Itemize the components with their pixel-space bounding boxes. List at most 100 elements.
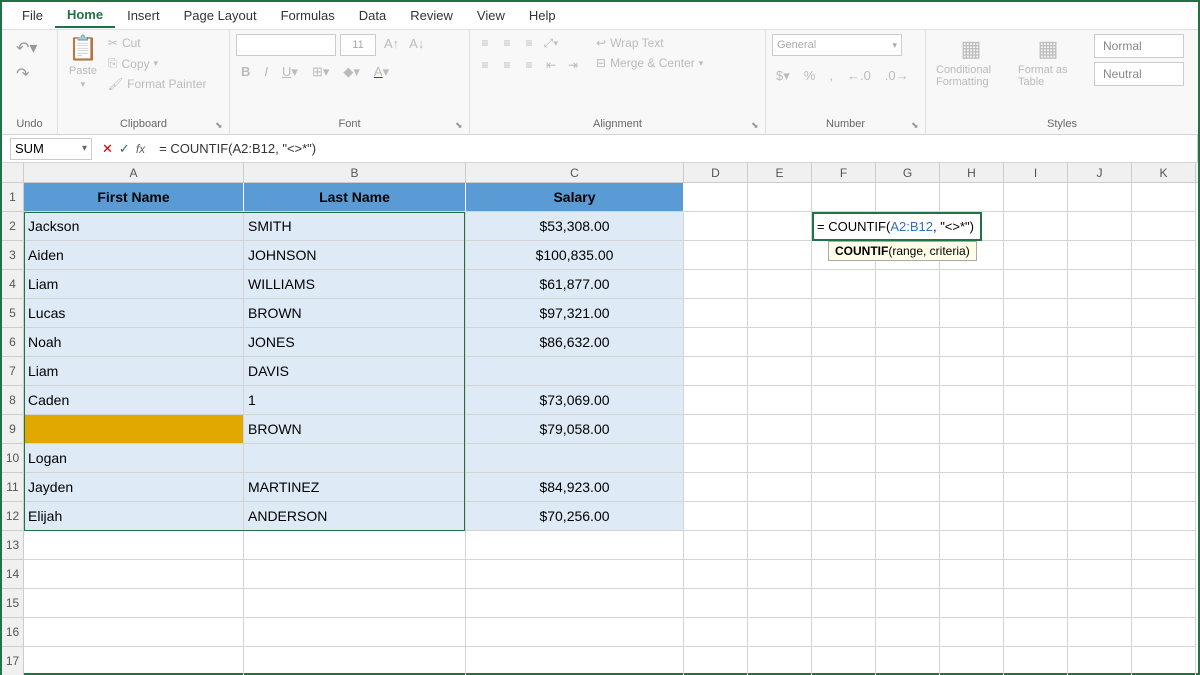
cell-J10[interactable] — [1068, 444, 1132, 473]
column-header-A[interactable]: A — [24, 163, 244, 182]
cell-F8[interactable] — [812, 386, 876, 415]
cell-G17[interactable] — [876, 647, 940, 675]
cell-E6[interactable] — [748, 328, 812, 357]
menu-help[interactable]: Help — [517, 4, 568, 27]
cell-C1[interactable]: Salary — [466, 183, 684, 212]
decrease-decimal-button[interactable]: .0→ — [881, 66, 913, 86]
cell-B6[interactable]: JONES — [244, 328, 466, 357]
cell-A2[interactable]: Jackson — [24, 212, 244, 241]
cell-B15[interactable] — [244, 589, 466, 618]
comma-format-button[interactable]: , — [825, 66, 837, 86]
row-header-7[interactable]: 7 — [2, 357, 24, 386]
cell-I14[interactable] — [1004, 560, 1068, 589]
cell-G14[interactable] — [876, 560, 940, 589]
cell-E10[interactable] — [748, 444, 812, 473]
cut-button[interactable]: ✂Cut — [106, 34, 209, 52]
cell-A16[interactable] — [24, 618, 244, 647]
percent-format-button[interactable]: % — [800, 66, 820, 86]
row-header-12[interactable]: 12 — [2, 502, 24, 531]
cell-C10[interactable] — [466, 444, 684, 473]
font-color-button[interactable]: A▾ — [369, 62, 394, 82]
menu-file[interactable]: File — [10, 4, 55, 27]
cell-K5[interactable] — [1132, 299, 1196, 328]
cell-C11[interactable]: $84,923.00 — [466, 473, 684, 502]
menu-review[interactable]: Review — [398, 4, 465, 27]
cell-F14[interactable] — [812, 560, 876, 589]
cell-A7[interactable]: Liam — [24, 357, 244, 386]
cell-F13[interactable] — [812, 531, 876, 560]
cell-F5[interactable] — [812, 299, 876, 328]
cell-K6[interactable] — [1132, 328, 1196, 357]
cell-F11[interactable] — [812, 473, 876, 502]
cell-K9[interactable] — [1132, 415, 1196, 444]
cell-J16[interactable] — [1068, 618, 1132, 647]
cell-K1[interactable] — [1132, 183, 1196, 212]
cell-J2[interactable] — [1068, 212, 1132, 241]
cell-F6[interactable] — [812, 328, 876, 357]
column-header-B[interactable]: B — [244, 163, 466, 182]
cell-B8[interactable]: 1 — [244, 386, 466, 415]
cell-E16[interactable] — [748, 618, 812, 647]
cell-E2[interactable] — [748, 212, 812, 241]
underline-button[interactable]: U▾ — [277, 62, 303, 82]
increase-indent-button[interactable]: ⇥ — [564, 56, 582, 74]
cell-D6[interactable] — [684, 328, 748, 357]
cell-G13[interactable] — [876, 531, 940, 560]
cell-H11[interactable] — [940, 473, 1004, 502]
row-header-11[interactable]: 11 — [2, 473, 24, 502]
cell-K14[interactable] — [1132, 560, 1196, 589]
cell-I8[interactable] — [1004, 386, 1068, 415]
increase-font-button[interactable]: A↑ — [380, 34, 403, 56]
cell-D7[interactable] — [684, 357, 748, 386]
cell-I2[interactable] — [1004, 212, 1068, 241]
cell-F10[interactable] — [812, 444, 876, 473]
row-header-2[interactable]: 2 — [2, 212, 24, 241]
cell-B2[interactable]: SMITH — [244, 212, 466, 241]
cell-C4[interactable]: $61,877.00 — [466, 270, 684, 299]
cell-E7[interactable] — [748, 357, 812, 386]
cell-K16[interactable] — [1132, 618, 1196, 647]
number-launcher[interactable]: ⬊ — [911, 120, 923, 132]
cell-H4[interactable] — [940, 270, 1004, 299]
menu-formulas[interactable]: Formulas — [269, 4, 347, 27]
row-header-4[interactable]: 4 — [2, 270, 24, 299]
column-header-F[interactable]: F — [812, 163, 876, 182]
cell-J9[interactable] — [1068, 415, 1132, 444]
decrease-indent-button[interactable]: ⇤ — [542, 56, 560, 74]
menu-data[interactable]: Data — [347, 4, 398, 27]
cell-C14[interactable] — [466, 560, 684, 589]
cell-A12[interactable]: Elijah — [24, 502, 244, 531]
format-as-table-button[interactable]: ▦Format as Table — [1014, 34, 1082, 90]
cell-D2[interactable] — [684, 212, 748, 241]
cell-K8[interactable] — [1132, 386, 1196, 415]
column-header-E[interactable]: E — [748, 163, 812, 182]
cell-K10[interactable] — [1132, 444, 1196, 473]
cell-F12[interactable] — [812, 502, 876, 531]
cell-H9[interactable] — [940, 415, 1004, 444]
decrease-font-button[interactable]: A↓ — [405, 34, 428, 56]
cell-H1[interactable] — [940, 183, 1004, 212]
column-header-G[interactable]: G — [876, 163, 940, 182]
cell-D12[interactable] — [684, 502, 748, 531]
italic-button[interactable]: I — [259, 62, 273, 82]
cancel-formula-button[interactable]: ✕ — [102, 141, 113, 157]
font-launcher[interactable]: ⬊ — [455, 120, 467, 132]
cell-I10[interactable] — [1004, 444, 1068, 473]
column-header-I[interactable]: I — [1004, 163, 1068, 182]
cell-E4[interactable] — [748, 270, 812, 299]
row-header-3[interactable]: 3 — [2, 241, 24, 270]
cell-E14[interactable] — [748, 560, 812, 589]
cell-I5[interactable] — [1004, 299, 1068, 328]
cell-J6[interactable] — [1068, 328, 1132, 357]
cell-J13[interactable] — [1068, 531, 1132, 560]
cell-K13[interactable] — [1132, 531, 1196, 560]
cell-K3[interactable] — [1132, 241, 1196, 270]
cell-D17[interactable] — [684, 647, 748, 675]
cell-H13[interactable] — [940, 531, 1004, 560]
cell-E5[interactable] — [748, 299, 812, 328]
alignment-launcher[interactable]: ⬊ — [751, 120, 763, 132]
accounting-format-button[interactable]: $▾ — [772, 66, 794, 86]
row-header-14[interactable]: 14 — [2, 560, 24, 589]
cell-E13[interactable] — [748, 531, 812, 560]
align-left-button[interactable]: ≡ — [476, 56, 494, 74]
